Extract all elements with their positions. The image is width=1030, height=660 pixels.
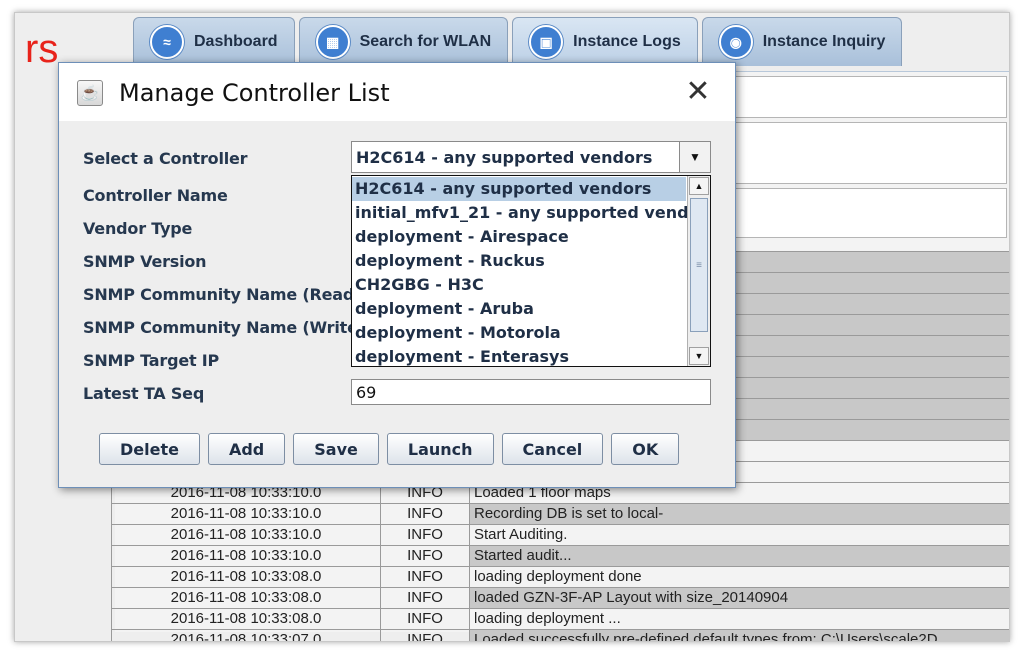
- broadcast-icon: ◉: [718, 25, 753, 59]
- table-row[interactable]: 2016-11-08 10:33:08.0 INFO loading deploym…: [111, 566, 1009, 588]
- ok-button[interactable]: OK: [611, 433, 680, 465]
- dropdown-option[interactable]: H2C614 - any supported vendors: [352, 177, 686, 201]
- log-message-cell: Started audit...: [469, 545, 1009, 567]
- add-button[interactable]: Add: [207, 433, 286, 465]
- label-snmp-read: SNMP Community Name (Read): [83, 285, 362, 304]
- dropdown-option[interactable]: CH2GBG - H3C: [352, 273, 686, 297]
- background-field: [735, 122, 1007, 184]
- table-row[interactable]: 2016-11-08 10:33:10.0 INFO Start Auditing.: [111, 524, 1009, 546]
- scroll-down-icon[interactable]: ▼: [689, 347, 709, 365]
- log-message-cell: Start Auditing.: [469, 524, 1009, 546]
- log-time-cell: 2016-11-08 10:33:10.0: [111, 545, 381, 567]
- log-time-cell: 2016-11-08 10:33:07.0: [111, 629, 381, 641]
- log-time-cell: 2016-11-08 10:33:08.0: [111, 587, 381, 609]
- dropdown-option[interactable]: deployment - Airespace: [352, 225, 686, 249]
- dropdown-scrollbar[interactable]: ▲ ≡ ▼: [687, 176, 710, 366]
- tab-label: Instance Inquiry: [762, 33, 886, 50]
- controller-dropdown-list: H2C614 - any supported vendors initial_mf…: [351, 175, 711, 367]
- dropdown-option[interactable]: deployment - Aruba: [352, 297, 686, 321]
- chevron-down-icon[interactable]: ▼: [679, 142, 710, 172]
- tab-label: Search for WLAN: [359, 33, 492, 50]
- log-level-cell: INFO: [380, 629, 470, 641]
- background-field: [735, 76, 1007, 118]
- tab-label: Dashboard: [194, 33, 278, 50]
- dropdown-option[interactable]: deployment - Enterasys: [352, 345, 686, 366]
- log-time-cell: 2016-11-08 10:33:08.0: [111, 566, 381, 588]
- log-message-cell: loading deployment done: [469, 566, 1009, 588]
- dialog-title: Manage Controller List: [119, 79, 390, 107]
- dialog-button-row: Delete Add Save Launch Cancel OK: [99, 433, 680, 465]
- log-level-cell: INFO: [380, 608, 470, 630]
- log-level-cell: INFO: [380, 545, 470, 567]
- label-snmp-target-ip: SNMP Target IP: [83, 351, 220, 370]
- app-title-fragment: rs: [25, 27, 59, 71]
- label-controller-name: Controller Name: [83, 186, 228, 205]
- close-icon[interactable]: ✕: [683, 77, 713, 107]
- cancel-button[interactable]: Cancel: [501, 433, 604, 465]
- latest-ta-seq-input[interactable]: 69: [351, 379, 711, 405]
- log-time-cell: 2016-11-08 10:33:10.0: [111, 524, 381, 546]
- dropdown-option[interactable]: deployment - Ruckus: [352, 249, 686, 273]
- log-level-cell: INFO: [380, 503, 470, 525]
- label-vendor-type: Vendor Type: [83, 219, 193, 238]
- tab-instance-inquiry[interactable]: ◉ Instance Inquiry: [701, 17, 903, 66]
- log-level-cell: INFO: [380, 587, 470, 609]
- log-time-cell: 2016-11-08 10:33:10.0: [111, 503, 381, 525]
- chart-icon: ≈: [150, 25, 184, 59]
- label-latest-ta-seq: Latest TA Seq: [83, 384, 205, 403]
- document-icon: ▣: [529, 25, 564, 59]
- controller-select[interactable]: H2C614 - any supported vendors ▼: [351, 141, 711, 173]
- delete-button[interactable]: Delete: [99, 433, 200, 465]
- label-snmp-write: SNMP Community Name (Write): [83, 318, 365, 337]
- log-message-cell: loading deployment ...: [469, 608, 1009, 630]
- scrollbar-thumb[interactable]: ≡: [690, 198, 708, 332]
- table-row[interactable]: 2016-11-08 10:33:08.0 INFO loading deploym…: [111, 608, 1009, 630]
- manage-controller-dialog: ☕ Manage Controller List ✕ Select a Cont…: [58, 62, 736, 488]
- table-row[interactable]: 2016-11-08 10:33:10.0 INFO Recording DB is…: [111, 503, 1009, 525]
- label-select-controller: Select a Controller: [83, 149, 248, 168]
- dropdown-option[interactable]: initial_mfv1_21 - any supported vendors: [352, 201, 710, 225]
- log-time-cell: 2016-11-08 10:33:08.0: [111, 608, 381, 630]
- dropdown-option[interactable]: deployment - Motorola: [352, 321, 686, 345]
- log-level-cell: INFO: [380, 524, 470, 546]
- table-row[interactable]: 2016-11-08 10:33:07.0 INFO Loaded successf…: [111, 629, 1009, 641]
- log-level-cell: INFO: [380, 566, 470, 588]
- selected-controller-value: H2C614 - any supported vendors: [356, 148, 653, 167]
- tab-label: Instance Logs: [573, 33, 681, 50]
- log-message-cell: Loaded successfully pre-defined default …: [469, 629, 1009, 641]
- tab-dashboard[interactable]: ≈ Dashboard: [133, 17, 295, 66]
- tab-search-for-wlan[interactable]: ▦ Search for WLAN: [298, 17, 509, 66]
- log-message-cell: Recording DB is set to local-: [469, 503, 1009, 525]
- label-snmp-version: SNMP Version: [83, 252, 207, 271]
- tab-instance-logs[interactable]: ▣ Instance Logs: [512, 17, 698, 66]
- dialog-titlebar: ☕ Manage Controller List ✕: [59, 63, 735, 121]
- scroll-up-icon[interactable]: ▲: [689, 177, 709, 195]
- log-message-cell: loaded GZN-3F-AP Layout with size_201409…: [469, 587, 1009, 609]
- save-button[interactable]: Save: [293, 433, 379, 465]
- table-row[interactable]: 2016-11-08 10:33:08.0 INFO loaded GZN-3F-A…: [111, 587, 1009, 609]
- java-cup-icon: ☕: [77, 80, 103, 106]
- background-field: [735, 188, 1007, 238]
- table-row[interactable]: 2016-11-08 10:33:10.0 INFO Started audit..…: [111, 545, 1009, 567]
- grid-icon: ▦: [315, 25, 350, 59]
- launch-button[interactable]: Launch: [386, 433, 494, 465]
